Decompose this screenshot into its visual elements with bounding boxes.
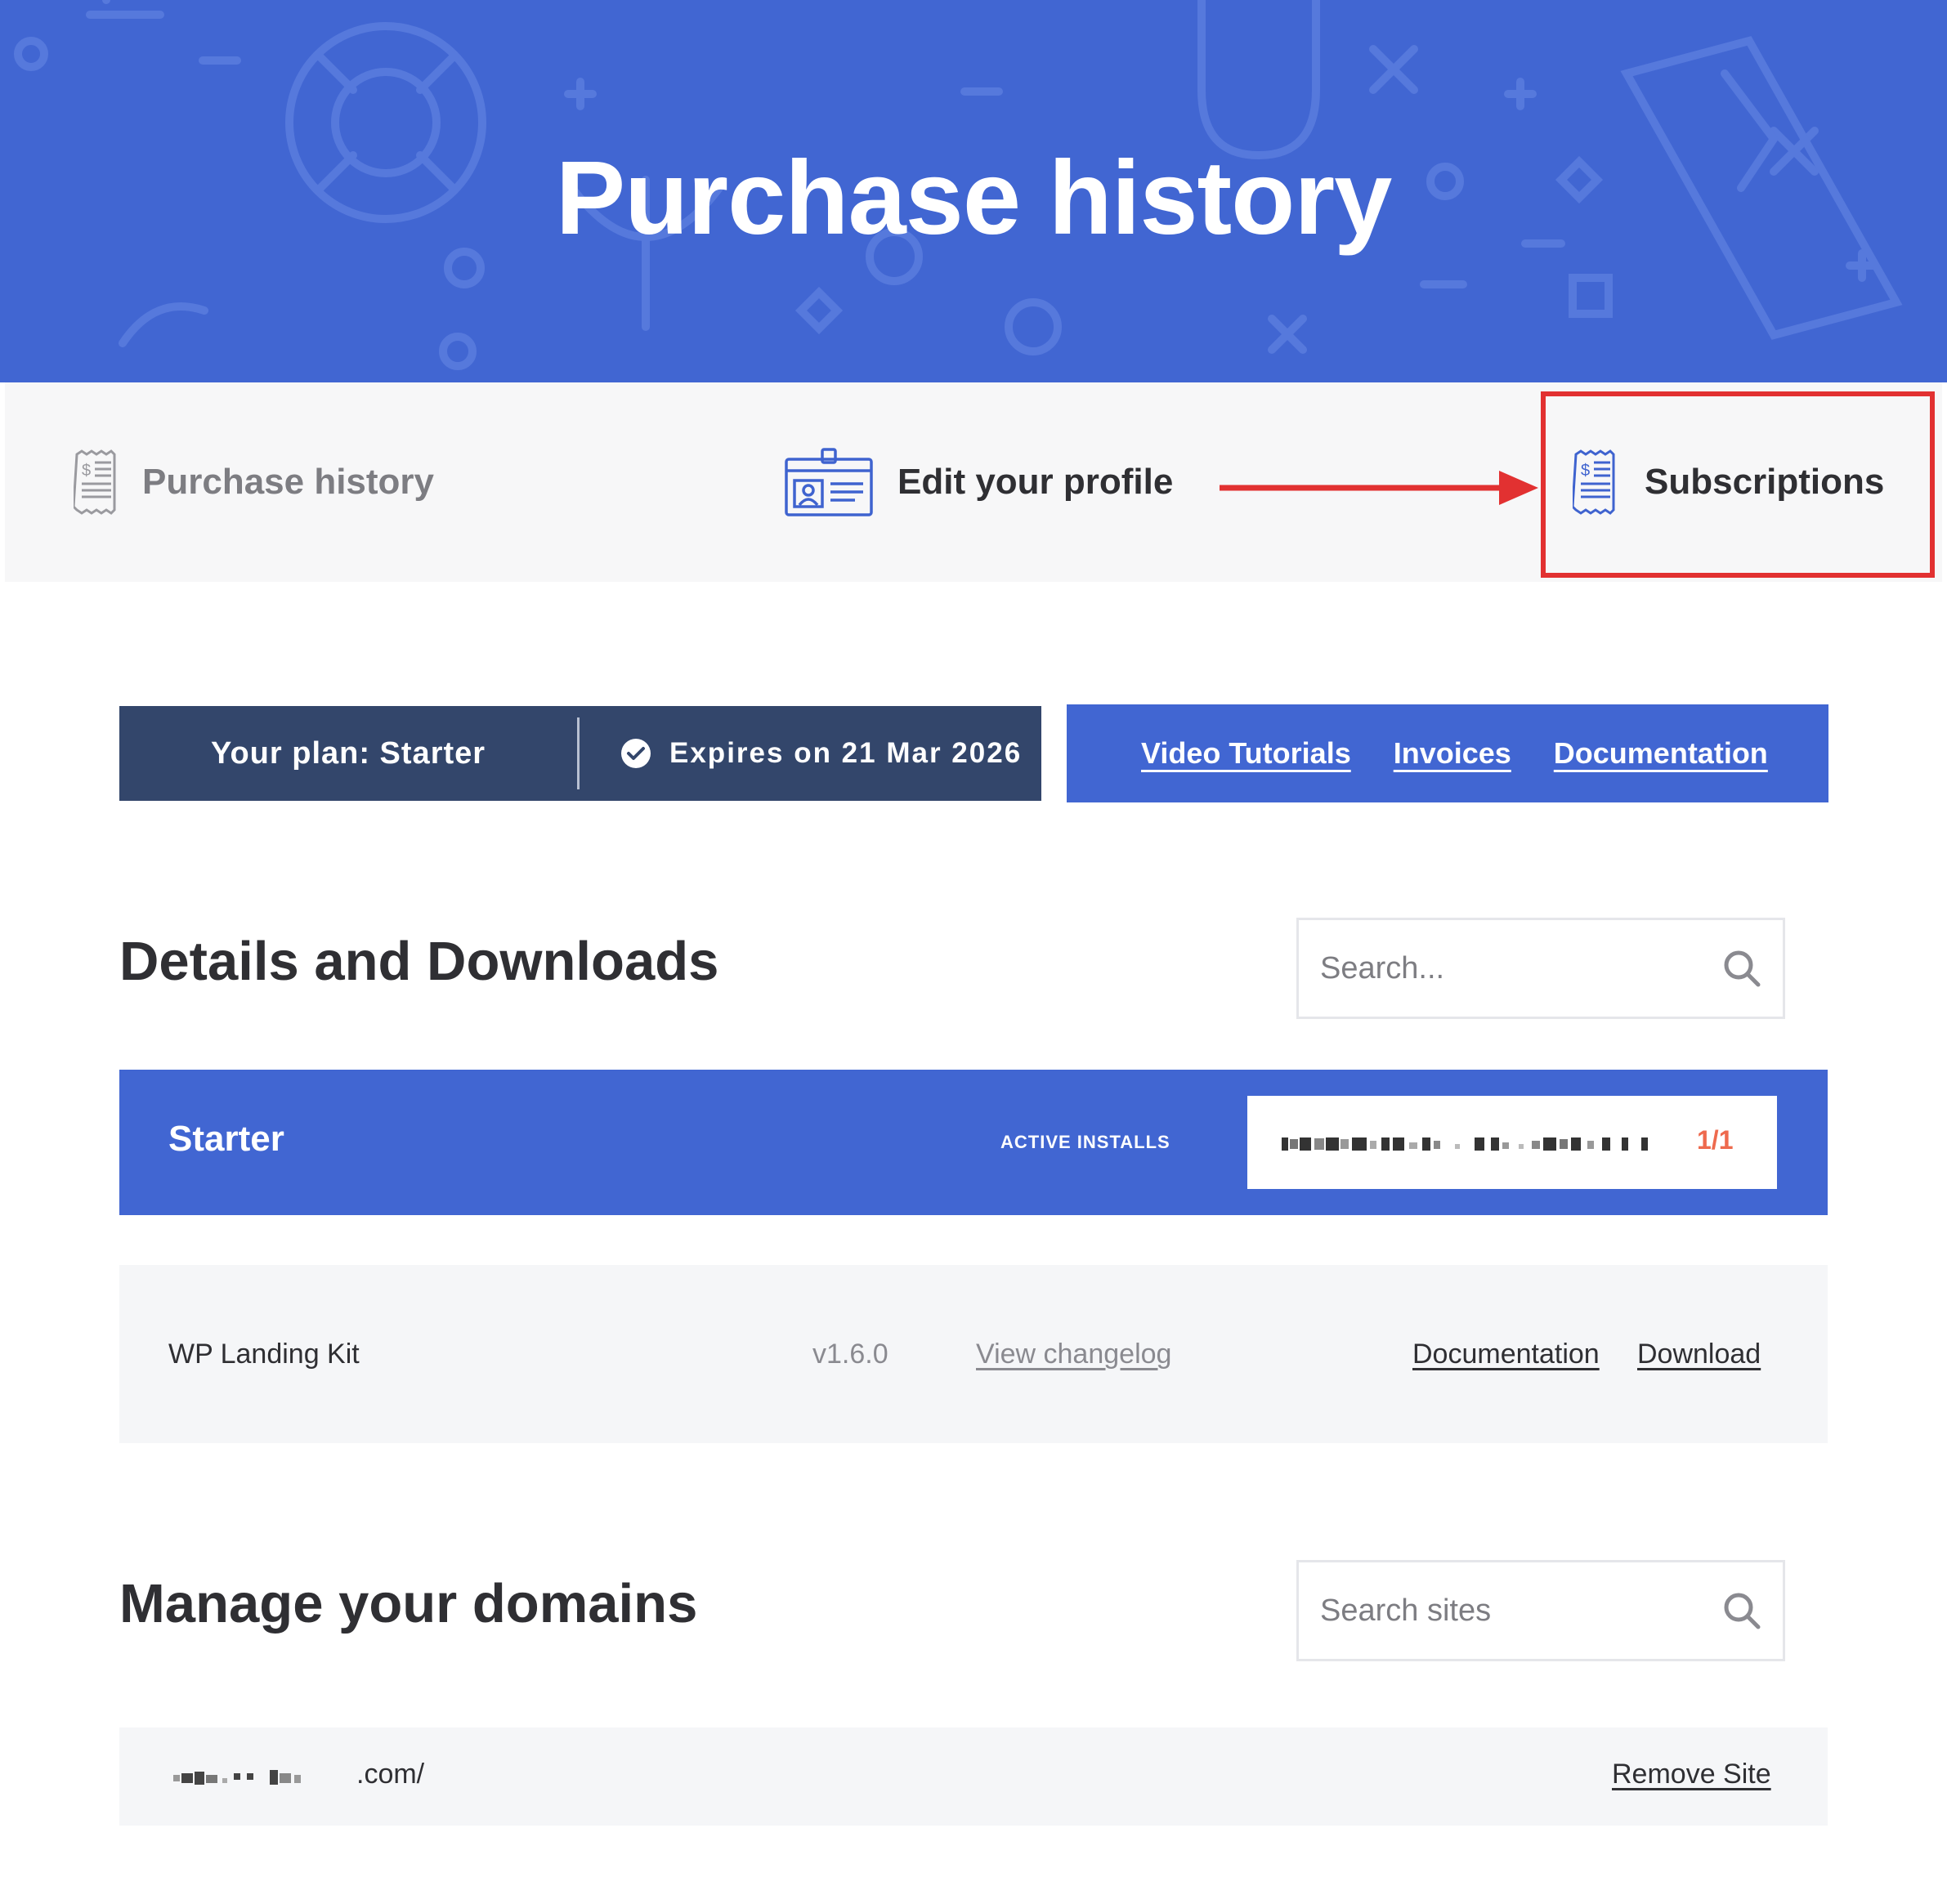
details-search-input[interactable]	[1318, 950, 1721, 987]
tab-edit-profile[interactable]: Edit your profile	[785, 382, 1173, 582]
product-item-name: WP Landing Kit	[168, 1339, 360, 1370]
redacted-domain	[173, 1770, 301, 1785]
item-documentation-link[interactable]: Documentation	[1412, 1339, 1600, 1370]
hero-banner: Purchase history	[0, 0, 1947, 382]
sites-search	[1296, 1560, 1785, 1661]
documentation-link[interactable]: Documentation	[1554, 736, 1768, 771]
page-title: Purchase history	[555, 140, 1393, 257]
product-name: Starter	[168, 1119, 284, 1159]
sites-search-input[interactable]	[1318, 1592, 1721, 1629]
invoices-link[interactable]: Invoices	[1394, 736, 1511, 771]
svg-text:$: $	[82, 462, 91, 480]
plan-divider	[577, 717, 580, 789]
license-key-box: 1/1	[1247, 1096, 1777, 1189]
remove-site-link[interactable]: Remove Site	[1612, 1759, 1771, 1790]
product-item-row: WP Landing Kit v1.6.0 View changelog Doc…	[119, 1265, 1828, 1443]
details-search	[1296, 918, 1785, 1019]
active-installs-label: ACTIVE INSTALLS	[1000, 1132, 1170, 1152]
installs-count: 1/1	[1697, 1125, 1734, 1155]
download-link[interactable]: Download	[1637, 1339, 1761, 1370]
annotation-highlight-box	[1541, 391, 1935, 578]
view-changelog-link[interactable]: View changelog	[976, 1339, 1171, 1370]
tab-purchase-history-label: Purchase history	[142, 462, 435, 502]
search-icon[interactable]	[1721, 948, 1762, 989]
domain-name: .com/	[356, 1759, 425, 1790]
id-card-icon	[785, 448, 873, 516]
search-icon[interactable]	[1721, 1590, 1762, 1631]
domain-row: .com/ Remove Site	[119, 1727, 1828, 1826]
plan-expiry-text: Expires on 21 Mar 2026	[669, 737, 1023, 769]
video-tutorials-link[interactable]: Video Tutorials	[1141, 736, 1351, 771]
quick-links-bar: Video Tutorials Invoices Documentation	[1067, 704, 1828, 802]
plan-name: Your plan: Starter	[210, 735, 486, 771]
plan-bar: Your plan: Starter Expires on 21 Mar 202…	[119, 706, 1041, 801]
tab-edit-profile-label: Edit your profile	[897, 462, 1174, 502]
product-header: Starter ACTIVE INSTALLS 1/1	[119, 1070, 1828, 1215]
check-circle-icon	[621, 739, 651, 768]
plan-expiry: Expires on 21 Mar 2026	[620, 737, 1022, 770]
details-heading: Details and Downloads	[119, 931, 719, 992]
product-item-version: v1.6.0	[812, 1339, 888, 1370]
receipt-icon: $	[74, 449, 116, 515]
domains-heading: Manage your domains	[119, 1573, 698, 1634]
tab-purchase-history[interactable]: $ Purchase history	[74, 382, 434, 582]
redacted-license-key	[1282, 1137, 1648, 1151]
annotation-arrow	[1220, 471, 1538, 505]
